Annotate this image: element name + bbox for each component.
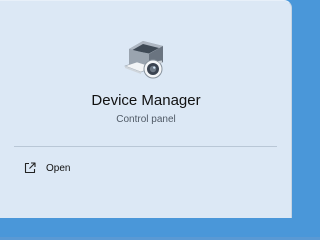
app-title: Device Manager <box>91 92 201 109</box>
open-action-label: Open <box>46 162 71 174</box>
app-detail-panel: Device Manager Control panel Open <box>0 0 292 218</box>
app-type-label: Control panel <box>116 114 176 125</box>
divider <box>14 146 277 147</box>
open-external-icon <box>23 161 37 175</box>
device-manager-icon <box>120 39 168 83</box>
open-action[interactable]: Open <box>14 155 278 181</box>
